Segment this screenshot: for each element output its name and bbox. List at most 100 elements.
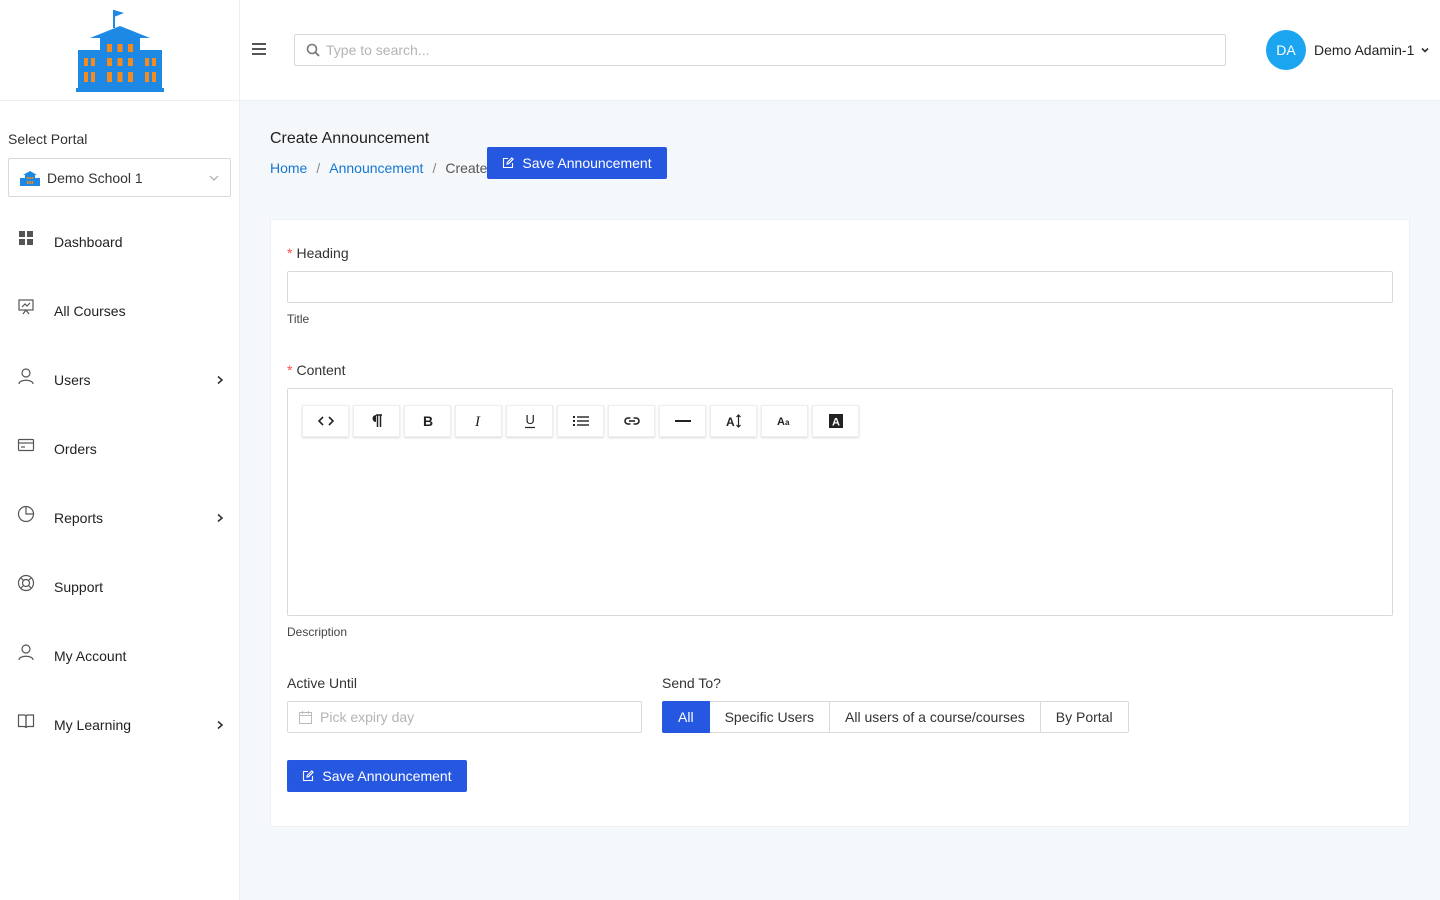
- save-announcement-label: Save Announcement: [322, 768, 452, 784]
- page-title: Create Announcement: [270, 130, 430, 147]
- save-announcement-label: Save Announcement: [522, 155, 652, 171]
- code-view-button[interactable]: [302, 405, 349, 437]
- user-icon: [16, 366, 36, 386]
- breadcrumb-home-link[interactable]: Home: [270, 160, 307, 176]
- send-to-option-by-portal[interactable]: By Portal: [1040, 701, 1129, 733]
- calendar-icon: [299, 710, 312, 724]
- horizontal-rule-icon: [674, 420, 691, 422]
- content-help-text: Description: [287, 625, 348, 639]
- send-to-label: Send To?: [662, 675, 721, 691]
- sidebar-item-label: Orders: [54, 440, 97, 457]
- sidebar-item-label: Support: [54, 578, 104, 595]
- book-icon: [16, 711, 36, 731]
- breadcrumb-separator: /: [432, 160, 437, 176]
- bullet-list-button[interactable]: [557, 405, 604, 437]
- sidebar-item-label: Reports: [54, 509, 104, 526]
- svg-text:a: a: [785, 418, 790, 427]
- italic-icon: I: [474, 414, 481, 428]
- font-size-icon: A: [726, 414, 741, 428]
- portal-select-value: Demo School 1: [47, 169, 143, 186]
- sidebar-item-label: My Learning: [54, 716, 132, 733]
- chevron-right-icon: [217, 513, 224, 522]
- content-label: * Content: [287, 362, 346, 378]
- send-to-selector: All Specific Users All users of a course…: [662, 701, 1129, 733]
- link-button[interactable]: [608, 405, 655, 437]
- pie-chart-icon: [16, 504, 36, 524]
- svg-text:B: B: [423, 414, 433, 428]
- chevron-down-icon: [1421, 47, 1429, 53]
- sidebar-item-reports[interactable]: Reports: [0, 483, 239, 552]
- sidebar-item-label: My Account: [54, 647, 127, 664]
- top-header: DA Demo Adamin-1: [240, 0, 1440, 101]
- content-label-text: Content: [296, 362, 346, 378]
- bold-icon: B: [423, 414, 433, 428]
- lifebuoy-icon: [16, 573, 36, 593]
- paragraph-button[interactable]: [353, 405, 400, 437]
- heading-label-text: Heading: [296, 245, 349, 261]
- italic-button[interactable]: I: [455, 405, 502, 437]
- link-icon: [623, 417, 640, 425]
- svg-text:U: U: [525, 413, 534, 427]
- sidebar-item-label: Users: [54, 371, 91, 388]
- send-to-option-specific-users[interactable]: Specific Users: [709, 701, 831, 733]
- sidebar-nav: Dashboard All Courses Users Orders Repor…: [0, 207, 239, 759]
- school-icon: [20, 170, 40, 186]
- svg-text:A: A: [832, 417, 840, 429]
- heading-input[interactable]: [287, 271, 1393, 303]
- underline-button[interactable]: U: [506, 405, 553, 437]
- sidebar-item-dashboard[interactable]: Dashboard: [0, 207, 239, 276]
- credit-card-icon: [16, 435, 36, 455]
- editor-toolbar: B I U A Aa A: [302, 405, 863, 437]
- code-icon: [317, 416, 334, 426]
- sidebar-item-support[interactable]: Support: [0, 552, 239, 621]
- sidebar-item-label: All Courses: [54, 302, 126, 319]
- sidebar-item-label: Dashboard: [54, 233, 123, 250]
- select-portal-label: Select Portal: [8, 131, 88, 147]
- chevron-down-icon: [209, 175, 219, 181]
- search-box[interactable]: [294, 34, 1226, 66]
- save-announcement-button[interactable]: Save Announcement: [487, 147, 667, 179]
- heading-help-text: Title: [287, 312, 310, 326]
- svg-text:A: A: [777, 416, 785, 427]
- breadcrumb-announcement-link[interactable]: Announcement: [329, 160, 423, 176]
- sidebar-item-orders[interactable]: Orders: [0, 414, 239, 483]
- underline-icon: U: [524, 413, 535, 429]
- menu-icon[interactable]: [252, 42, 266, 56]
- edit-icon: [503, 157, 515, 169]
- sidebar-item-all-courses[interactable]: All Courses: [0, 276, 239, 345]
- text-case-button[interactable]: Aa: [761, 405, 808, 437]
- user-icon: [16, 642, 36, 662]
- chevron-right-icon: [217, 375, 224, 384]
- required-marker: *: [287, 245, 293, 261]
- logo-area: [0, 0, 239, 101]
- user-menu[interactable]: DA Demo Adamin-1: [1266, 30, 1430, 70]
- svg-text:A: A: [726, 415, 735, 428]
- chevron-right-icon: [217, 720, 224, 729]
- required-marker: *: [287, 362, 293, 378]
- breadcrumb-current: Create: [445, 160, 488, 176]
- send-to-option-all[interactable]: All: [662, 701, 710, 733]
- text-color-icon: A: [828, 414, 843, 429]
- sidebar-item-my-learning[interactable]: My Learning: [0, 690, 239, 759]
- expiry-date-picker[interactable]: Pick expiry day: [287, 701, 642, 733]
- save-announcement-button-bottom[interactable]: Save Announcement: [287, 760, 467, 792]
- text-color-button[interactable]: A: [812, 405, 859, 437]
- send-to-option-course-users[interactable]: All users of a course/courses: [830, 701, 1041, 733]
- font-size-button[interactable]: A: [710, 405, 757, 437]
- breadcrumb: Home / Announcement / Create: [270, 160, 487, 176]
- sidebar: Select Portal Demo School 1 Dashboard Al…: [0, 0, 240, 900]
- school-logo-icon[interactable]: [75, 8, 164, 92]
- edit-icon: [303, 770, 315, 782]
- list-icon: [572, 416, 589, 426]
- user-name: Demo Adamin-1: [1314, 42, 1415, 58]
- portal-select[interactable]: Demo School 1: [8, 158, 231, 197]
- content-editor[interactable]: B I U A Aa A: [287, 388, 1393, 616]
- avatar: DA: [1266, 30, 1306, 70]
- text-case-icon: Aa: [777, 416, 790, 427]
- breadcrumb-separator: /: [316, 160, 321, 176]
- bold-button[interactable]: B: [404, 405, 451, 437]
- sidebar-item-my-account[interactable]: My Account: [0, 621, 239, 690]
- search-input[interactable]: [326, 42, 1225, 58]
- sidebar-item-users[interactable]: Users: [0, 345, 239, 414]
- horizontal-rule-button[interactable]: [659, 405, 706, 437]
